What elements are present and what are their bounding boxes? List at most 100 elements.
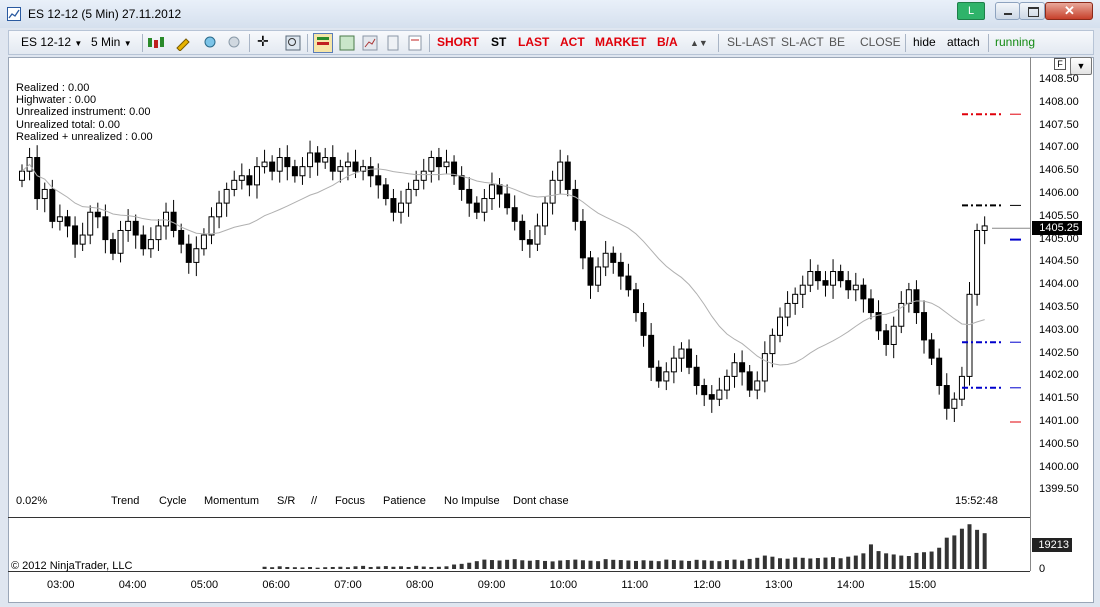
- candle: [299, 166, 306, 177]
- candle: [579, 220, 586, 259]
- price-tick-label: 1407.50: [1039, 118, 1079, 131]
- candle: [655, 366, 662, 382]
- candle: [557, 161, 564, 181]
- time-tick-label: 10:00: [549, 579, 578, 591]
- volume-bar: [459, 563, 464, 569]
- volume-bar: [861, 553, 866, 569]
- candle: [375, 175, 382, 186]
- price-tick-label: 1403.50: [1039, 301, 1079, 313]
- volume-bar: [429, 566, 434, 569]
- momentum-label[interactable]: Momentum: [204, 495, 259, 507]
- volume-bar: [656, 561, 661, 569]
- volume-bar: [846, 556, 851, 569]
- dont-chase-label[interactable]: Dont chase: [513, 495, 569, 507]
- volume-bar: [270, 567, 275, 569]
- slash-label[interactable]: //: [311, 495, 317, 507]
- candle: [337, 166, 344, 172]
- volume-bar: [679, 560, 684, 569]
- price-tick-label: 1406.00: [1039, 187, 1079, 199]
- volume-bar: [944, 537, 949, 569]
- volume-bar: [952, 535, 957, 569]
- volume-bar: [474, 561, 479, 569]
- trend-label[interactable]: Trend: [111, 495, 139, 507]
- candle: [473, 202, 480, 213]
- price-tick-label: 1401.50: [1039, 392, 1079, 405]
- volume-bar: [482, 559, 487, 569]
- volume-bar: [353, 566, 358, 569]
- volume-bar: [512, 559, 517, 569]
- price-tick-label: 1406.50: [1039, 164, 1079, 177]
- candle: [860, 284, 867, 300]
- time-tick-label: 14:00: [836, 579, 865, 591]
- candle: [284, 157, 291, 168]
- candle: [572, 188, 579, 222]
- volume-bar: [406, 566, 411, 569]
- volume-bar: [315, 567, 320, 569]
- candle: [72, 225, 79, 245]
- candle: [602, 252, 609, 268]
- no-impulse-label[interactable]: No Impulse: [444, 495, 500, 507]
- candle: [761, 353, 768, 382]
- candle: [163, 211, 170, 227]
- volume-bar: [285, 566, 290, 569]
- time-tick-label: 07:00: [334, 579, 362, 591]
- volume-bar: [884, 553, 889, 569]
- price-chart[interactable]: [0, 0, 1100, 607]
- patience-label[interactable]: Patience: [383, 495, 426, 507]
- price-tick-label: 1402.50: [1039, 346, 1079, 359]
- realized-stat: Realized : 0.00: [16, 82, 90, 94]
- volume-bar: [361, 565, 366, 569]
- candle: [428, 157, 435, 172]
- candle: [352, 161, 359, 172]
- volume-bar: [967, 524, 972, 569]
- volume-bar: [550, 561, 555, 569]
- volume-bar: [368, 566, 373, 569]
- price-tick-label: 1400.00: [1039, 460, 1079, 473]
- volume-bar: [603, 559, 608, 569]
- candle: [435, 157, 442, 168]
- volume-bar: [975, 529, 980, 569]
- time-tick-label: 11:00: [621, 579, 649, 591]
- volume-bar: [868, 544, 873, 569]
- unrealized-instrument-stat: Unrealized instrument: 0.00: [16, 106, 151, 119]
- candle: [716, 389, 723, 400]
- focus-label[interactable]: Focus: [335, 495, 365, 507]
- candle: [155, 225, 162, 241]
- candle: [905, 289, 912, 304]
- candle: [223, 188, 230, 204]
- panel-divider[interactable]: [8, 517, 1030, 518]
- format-button[interactable]: F: [1054, 58, 1066, 70]
- volume-bar: [717, 561, 722, 569]
- candle: [19, 170, 25, 181]
- candle: [420, 170, 427, 181]
- volume-bar: [558, 560, 563, 569]
- volume-bar: [724, 560, 729, 569]
- price-tick-label: 1408.50: [1039, 73, 1079, 85]
- candle: [693, 366, 700, 387]
- candle: [814, 271, 821, 282]
- cycle-label[interactable]: Cycle: [159, 495, 187, 507]
- realized-plus-unrealized-stat: Realized + unrealized : 0.00: [16, 130, 153, 143]
- volume-bar: [399, 566, 403, 569]
- candle: [723, 375, 730, 391]
- volume-bar: [489, 560, 494, 569]
- candle: [117, 229, 124, 254]
- candle: [632, 289, 639, 314]
- candle: [640, 312, 647, 336]
- volume-bar: [292, 567, 297, 569]
- panel-divider[interactable]: [8, 571, 1030, 572]
- candle: [981, 225, 988, 231]
- candle: [413, 179, 420, 190]
- volume-bar: [838, 558, 843, 569]
- volume-bar: [633, 560, 638, 569]
- sr-label[interactable]: S/R: [277, 495, 295, 507]
- candle: [94, 211, 101, 218]
- candle: [883, 330, 890, 345]
- volume-bar: [262, 566, 267, 569]
- candle: [49, 188, 56, 222]
- candle: [777, 316, 783, 336]
- volume-bar: [853, 555, 858, 569]
- volume-bar: [922, 552, 927, 569]
- volume-bar: [497, 560, 502, 569]
- candle: [830, 271, 837, 286]
